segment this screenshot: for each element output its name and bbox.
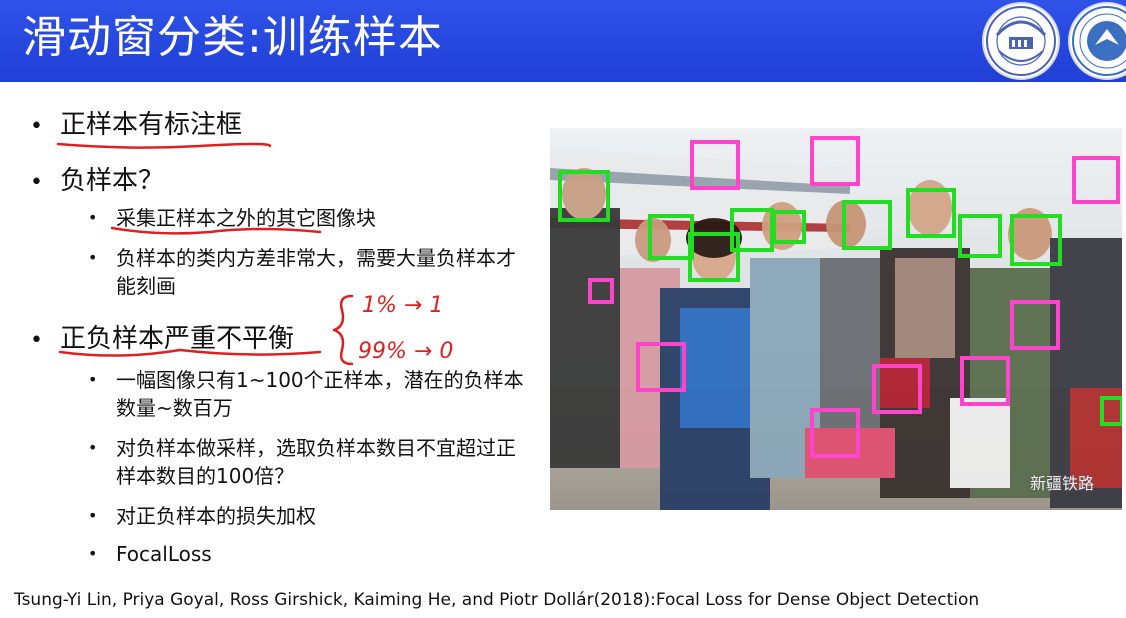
bullet-level2: • FocalLoss: [88, 540, 558, 568]
bullet-text: 一幅图像只有1~100个正样本，潜在的负样本数量~数百万: [116, 368, 524, 420]
bullet-level2: • 负样本的类内方差非常大，需要大量负样本才能刻画: [88, 244, 528, 300]
anhui-university-logo: [982, 2, 1060, 80]
bullet-level1: • 负样本？: [30, 160, 164, 197]
bullet-level1: • 正负样本严重不平衡: [30, 318, 294, 355]
bullet-dot: •: [30, 170, 43, 195]
bullet-level1: • 正样本有标注框: [30, 104, 242, 141]
crowd-photo: [550, 128, 1122, 510]
citation: Tsung-Yi Lin, Priya Goyal, Ross Girshick…: [14, 590, 980, 610]
bullet-dot: •: [88, 506, 98, 525]
title-bar: 滑动窗分类:训练样本: [0, 0, 1126, 82]
curly-brace: [332, 294, 354, 366]
bullet-dot: •: [88, 438, 98, 457]
bullet-text: 正样本有标注框: [60, 110, 243, 140]
bullet-level2: • 采集正样本之外的其它图像块: [88, 204, 558, 232]
bullet-dot: •: [88, 208, 98, 227]
bullet-level2: • 对负样本做采样，选取负样本数目不宜超过正样本数目的100倍？: [88, 434, 528, 490]
bullet-text: 负样本？: [60, 166, 165, 196]
ink-line2: 99% → 0: [358, 339, 453, 364]
bullet-text: 采集正样本之外的其它图像块: [116, 206, 376, 230]
bullet-level2: • 对正负样本的损失加权: [88, 502, 558, 530]
bullet-dot: •: [88, 544, 98, 563]
page-title: 滑动窗分类:训练样本: [22, 12, 443, 63]
crowd-photo-illustration: [550, 128, 1122, 510]
bullet-text: 对正负样本的损失加权: [116, 504, 316, 528]
bullet-text: 对负样本做采样，选取负样本数目不宜超过正样本数目的100倍？: [116, 436, 516, 488]
underline-positive: [56, 142, 272, 149]
bullet-dot: •: [88, 248, 98, 267]
photo-watermark: 新疆铁路: [1030, 474, 1095, 493]
bullet-text: 负样本的类内方差非常大，需要大量负样本才能刻画: [116, 246, 516, 298]
bullet-dot: •: [30, 114, 43, 139]
bullet-dot: •: [88, 370, 98, 389]
bullet-level2: • 一幅图像只有1~100个正样本，潜在的负样本数量~数百万: [88, 366, 528, 422]
institute-logo: [1068, 2, 1126, 80]
bullet-dot: •: [30, 328, 43, 353]
bullet-text: 正负样本严重不平衡: [60, 324, 295, 354]
bullet-text: FocalLoss: [116, 542, 212, 566]
slide: 滑动窗分类:训练样本 • 正样本有标注框 • 负样本？ • 采集正样本之外的其它…: [0, 0, 1126, 618]
institute-logo-icon: [1072, 6, 1126, 76]
anhui-university-logo-icon: [986, 6, 1056, 76]
